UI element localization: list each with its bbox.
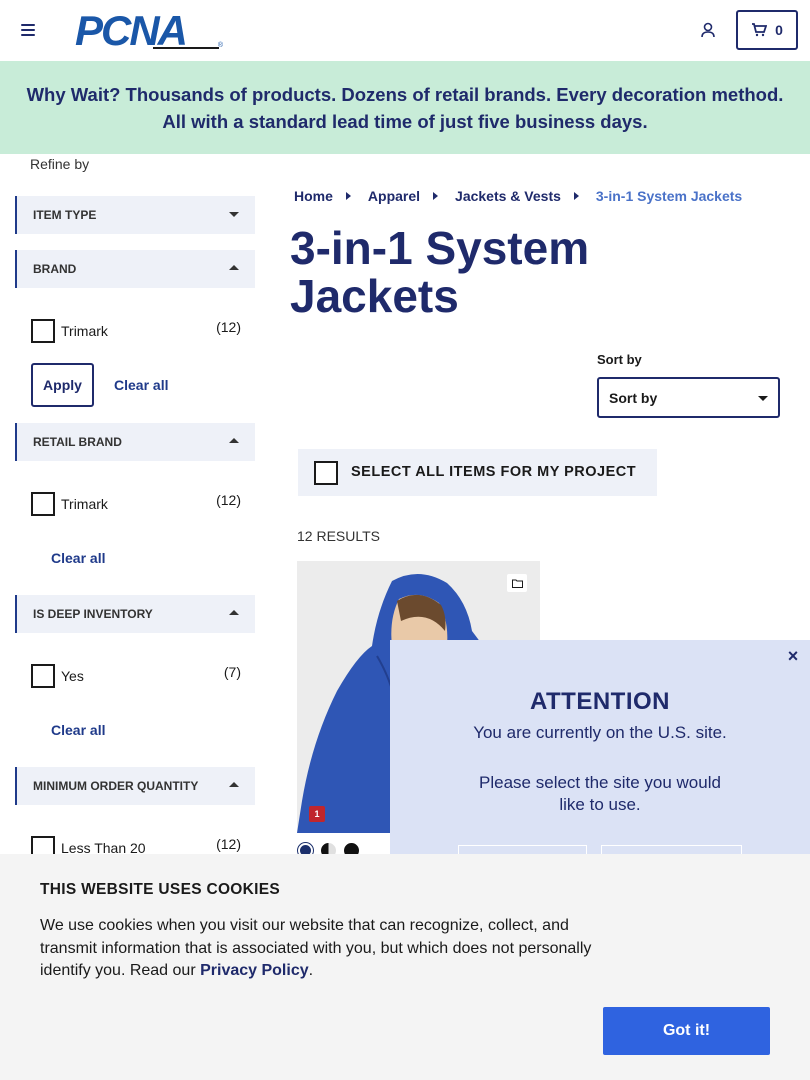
cart-count: 0 xyxy=(775,22,783,38)
facet-item-type[interactable]: ITEM TYPE xyxy=(15,196,255,234)
facet-minimum-order-quantity[interactable]: MINIMUM ORDER QUANTITY xyxy=(15,767,255,805)
pcna-logo[interactable]: PCNA ® xyxy=(75,9,225,53)
facet-retail-brand[interactable]: RETAIL BRAND xyxy=(15,423,255,461)
filter-option-count: (12) xyxy=(216,319,241,335)
cookie-text-end: . xyxy=(308,962,314,979)
facet-title: BRAND xyxy=(33,262,77,276)
facet-title: ITEM TYPE xyxy=(33,208,97,222)
checkbox[interactable] xyxy=(31,319,55,343)
filter-option-deep-inventory-yes[interactable]: Yes (7) xyxy=(31,660,241,688)
cookie-message: We use cookies when you visit our websit… xyxy=(40,915,610,983)
facet-is-deep-inventory[interactable]: IS DEEP INVENTORY xyxy=(15,595,255,633)
facet-title: RETAIL BRAND xyxy=(33,435,122,449)
chevron-down-icon xyxy=(229,212,239,217)
checkbox[interactable] xyxy=(31,492,55,516)
logo-registered-mark: ® xyxy=(217,42,223,49)
cookie-text: We use cookies when you visit our websit… xyxy=(40,917,592,979)
apply-button[interactable]: Apply xyxy=(31,363,94,407)
sort-selected-value: Sort by xyxy=(609,389,658,406)
facet-brand[interactable]: BRAND xyxy=(15,250,255,288)
got-it-button[interactable]: Got it! xyxy=(603,1007,770,1055)
facet-title: IS DEEP INVENTORY xyxy=(33,607,153,621)
results-count: 12 RESULTS xyxy=(297,528,380,544)
cart-button[interactable]: 0 xyxy=(736,10,798,50)
caret-right-icon xyxy=(433,192,439,200)
sort-dropdown[interactable]: Sort by xyxy=(597,377,780,418)
breadcrumb-current: 3-in-1 System Jackets xyxy=(595,188,743,204)
product-badge: 1 xyxy=(309,806,325,822)
cart-icon xyxy=(752,23,768,37)
modal-prompt: Please select the site you would like to… xyxy=(479,773,721,814)
filter-option-label: Trimark xyxy=(61,323,108,339)
logo-underline xyxy=(153,47,219,49)
promo-banner: Why Wait? Thousands of products. Dozens … xyxy=(0,61,810,154)
filter-option-count: (7) xyxy=(223,664,241,680)
page-title: 3-in-1 System Jackets xyxy=(290,222,590,322)
add-to-project-folder-icon[interactable] xyxy=(507,574,527,592)
clear-all-deep-inventory-link[interactable]: Clear all xyxy=(51,722,105,738)
account-icon[interactable] xyxy=(699,21,717,39)
select-all-label: SELECT ALL ITEMS FOR MY PROJECT xyxy=(351,464,637,480)
filter-option-count: (12) xyxy=(216,492,241,508)
modal-message: You are currently on the U.S. site. xyxy=(473,723,727,742)
promo-banner-text: Why Wait? Thousands of products. Dozens … xyxy=(26,83,784,132)
facet-title: MINIMUM ORDER QUANTITY xyxy=(33,779,199,793)
close-icon[interactable]: × xyxy=(786,647,800,665)
modal-title: ATTENTION xyxy=(529,688,671,715)
chevron-up-icon xyxy=(229,438,239,443)
checkbox[interactable] xyxy=(31,664,55,688)
sort-label: Sort by xyxy=(597,352,642,367)
chevron-up-icon xyxy=(229,782,239,787)
refine-by-label: Refine by xyxy=(30,156,90,172)
clear-all-brand-link[interactable]: Clear all xyxy=(114,377,168,393)
filter-option-label: Yes xyxy=(61,668,84,684)
caret-right-icon xyxy=(573,192,579,200)
breadcrumb: Home Apparel Jackets & Vests 3-in-1 Syst… xyxy=(294,188,742,204)
chevron-up-icon xyxy=(229,265,239,270)
caret-right-icon xyxy=(345,192,351,200)
chevron-down-icon xyxy=(758,396,768,401)
breadcrumb-jackets-vests[interactable]: Jackets & Vests xyxy=(455,188,561,204)
privacy-policy-link[interactable]: Privacy Policy xyxy=(200,962,309,979)
filter-option-brand-trimark[interactable]: Trimark (12) xyxy=(31,315,241,343)
filter-option-count: (12) xyxy=(216,836,241,852)
menu-icon[interactable] xyxy=(21,24,35,36)
breadcrumb-home[interactable]: Home xyxy=(294,188,333,204)
chevron-up-icon xyxy=(229,610,239,615)
select-all-checkbox[interactable] xyxy=(314,461,338,485)
breadcrumb-apparel[interactable]: Apparel xyxy=(368,188,420,204)
select-all-items[interactable]: SELECT ALL ITEMS FOR MY PROJECT xyxy=(298,449,657,496)
site-header: PCNA ® 0 xyxy=(0,0,810,61)
clear-all-retail-brand-link[interactable]: Clear all xyxy=(51,550,105,566)
cookie-title: THIS WEBSITE USES COOKIES xyxy=(40,881,281,898)
filter-option-retail-brand-trimark[interactable]: Trimark (12) xyxy=(31,488,241,516)
filter-option-label: Trimark xyxy=(61,496,108,512)
